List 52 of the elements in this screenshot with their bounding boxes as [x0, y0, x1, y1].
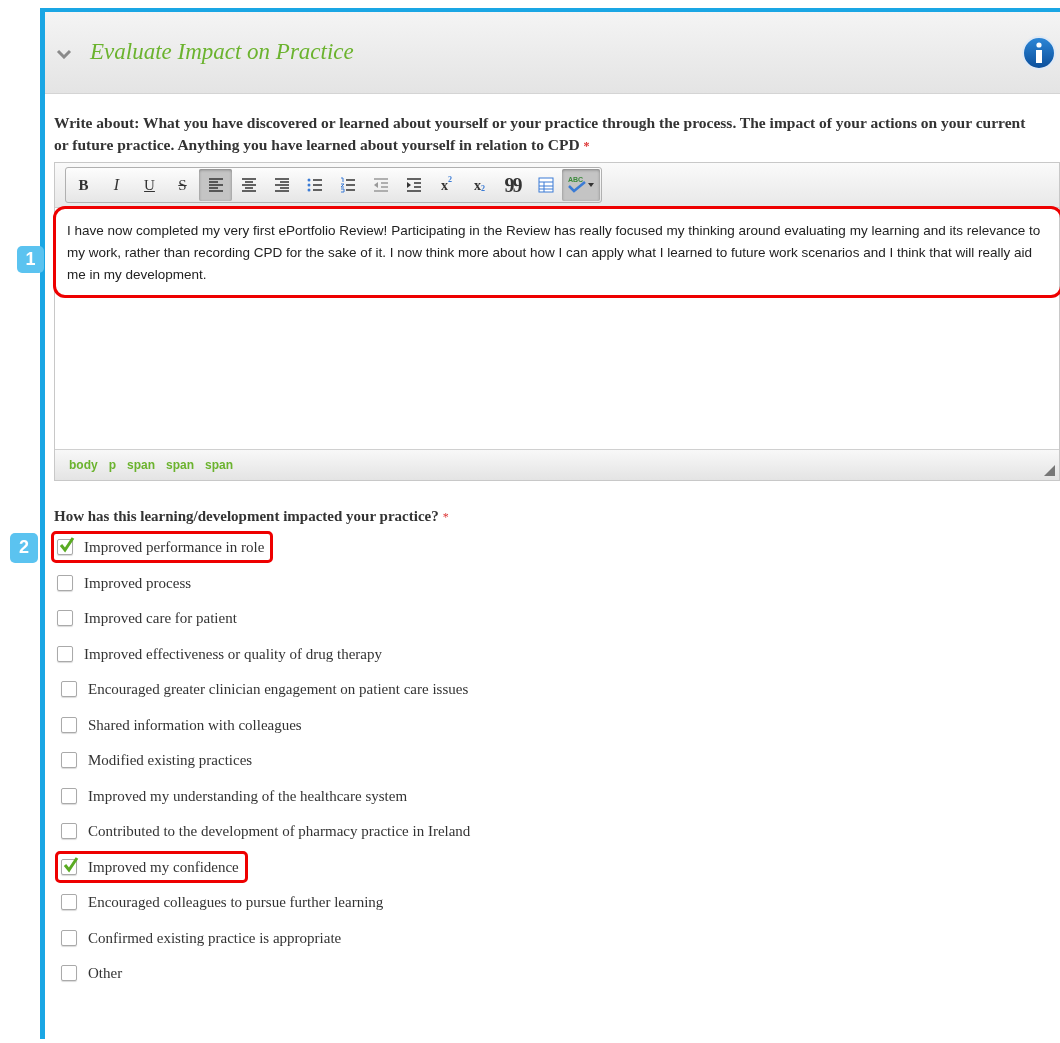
info-icon[interactable]: [1022, 35, 1056, 70]
checkbox[interactable]: [61, 965, 77, 982]
checkbox[interactable]: [61, 716, 77, 733]
checkbox-label[interactable]: Encouraged colleagues to pursue further learning: [88, 891, 384, 914]
checkbox-label[interactable]: Confirmed existing practice is appropriate: [88, 926, 342, 949]
checkbox[interactable]: [61, 858, 77, 875]
numbers-icon: [339, 177, 356, 193]
callout-badge: 2: [10, 532, 38, 563]
checkbox-label[interactable]: Encouraged greater clinician engagement on patient care issues: [88, 678, 469, 701]
checkbox[interactable]: [61, 823, 77, 840]
checkbox[interactable]: [61, 752, 77, 769]
editor-text[interactable]: I have now completed my very first ePortfolio Review! Participating in the Review has really focused my thinking around evaluating my learning and its relevance to my work, rather than recording CPD for the sake of it. I now think more about how I can apply what I learned to future work scenarios and I think that will really aid me in my development.: [67, 220, 1051, 286]
table-icon: [537, 177, 554, 193]
checkbox[interactable]: [61, 787, 77, 804]
bold-button[interactable]: B: [67, 169, 100, 201]
blockquote-button[interactable]: 99: [496, 169, 529, 201]
checkbox-label[interactable]: Improved process: [84, 571, 192, 594]
bullets-icon: [306, 177, 323, 193]
checkbox[interactable]: [57, 645, 73, 662]
outdent-icon: [372, 177, 389, 193]
checkbox-label[interactable]: Improved my understanding of the healthcare system: [88, 784, 408, 807]
required-mark: *: [442, 509, 449, 526]
align-left-button[interactable]: [199, 169, 232, 201]
align-right-icon: [273, 177, 290, 193]
resize-handle-icon[interactable]: [1044, 465, 1055, 476]
align-left-icon: [207, 177, 224, 193]
caret-icon: [588, 183, 594, 187]
checkbox[interactable]: [61, 894, 77, 911]
checkmark-icon: [568, 181, 586, 193]
chevron-down-icon[interactable]: [56, 49, 72, 59]
checkbox-label[interactable]: Improved performance in role: [84, 536, 265, 559]
checkbox[interactable]: [57, 610, 73, 627]
align-center-icon: [240, 177, 257, 193]
section-title: Evaluate Impact on Practice: [90, 38, 355, 67]
underline-button[interactable]: U: [133, 169, 166, 201]
checkbox[interactable]: [57, 574, 73, 591]
checkbox-label[interactable]: Modified existing practices: [88, 749, 253, 772]
italic-button[interactable]: I: [100, 169, 133, 201]
checkbox[interactable]: [61, 929, 77, 946]
checkbox-label[interactable]: Improved my confidence: [88, 855, 239, 878]
strikethrough-button[interactable]: S: [166, 169, 199, 201]
callout-badge: 1: [17, 246, 44, 273]
indent-icon: [405, 177, 422, 193]
checkbox[interactable]: [57, 539, 73, 556]
question-label: Write about: What you have discovered or learned about yourself or your practice through the process. The impact of your actions on your current or future practice. Anything you have learned about yourself in relation to CPD *: [54, 113, 1027, 155]
question-label: How has this learning/development impacted your practice?: [54, 507, 439, 526]
checkbox-label[interactable]: Improved care for patient: [84, 607, 237, 630]
checkbox-label[interactable]: Shared information with colleagues: [88, 713, 302, 736]
checkbox[interactable]: [61, 681, 77, 698]
checkbox-label[interactable]: Improved effectiveness or quality of drug therapy: [84, 642, 382, 665]
checkbox-label[interactable]: Other: [88, 962, 123, 985]
checkbox-label[interactable]: Contributed to the development of pharmacy practice in Ireland: [88, 820, 471, 843]
